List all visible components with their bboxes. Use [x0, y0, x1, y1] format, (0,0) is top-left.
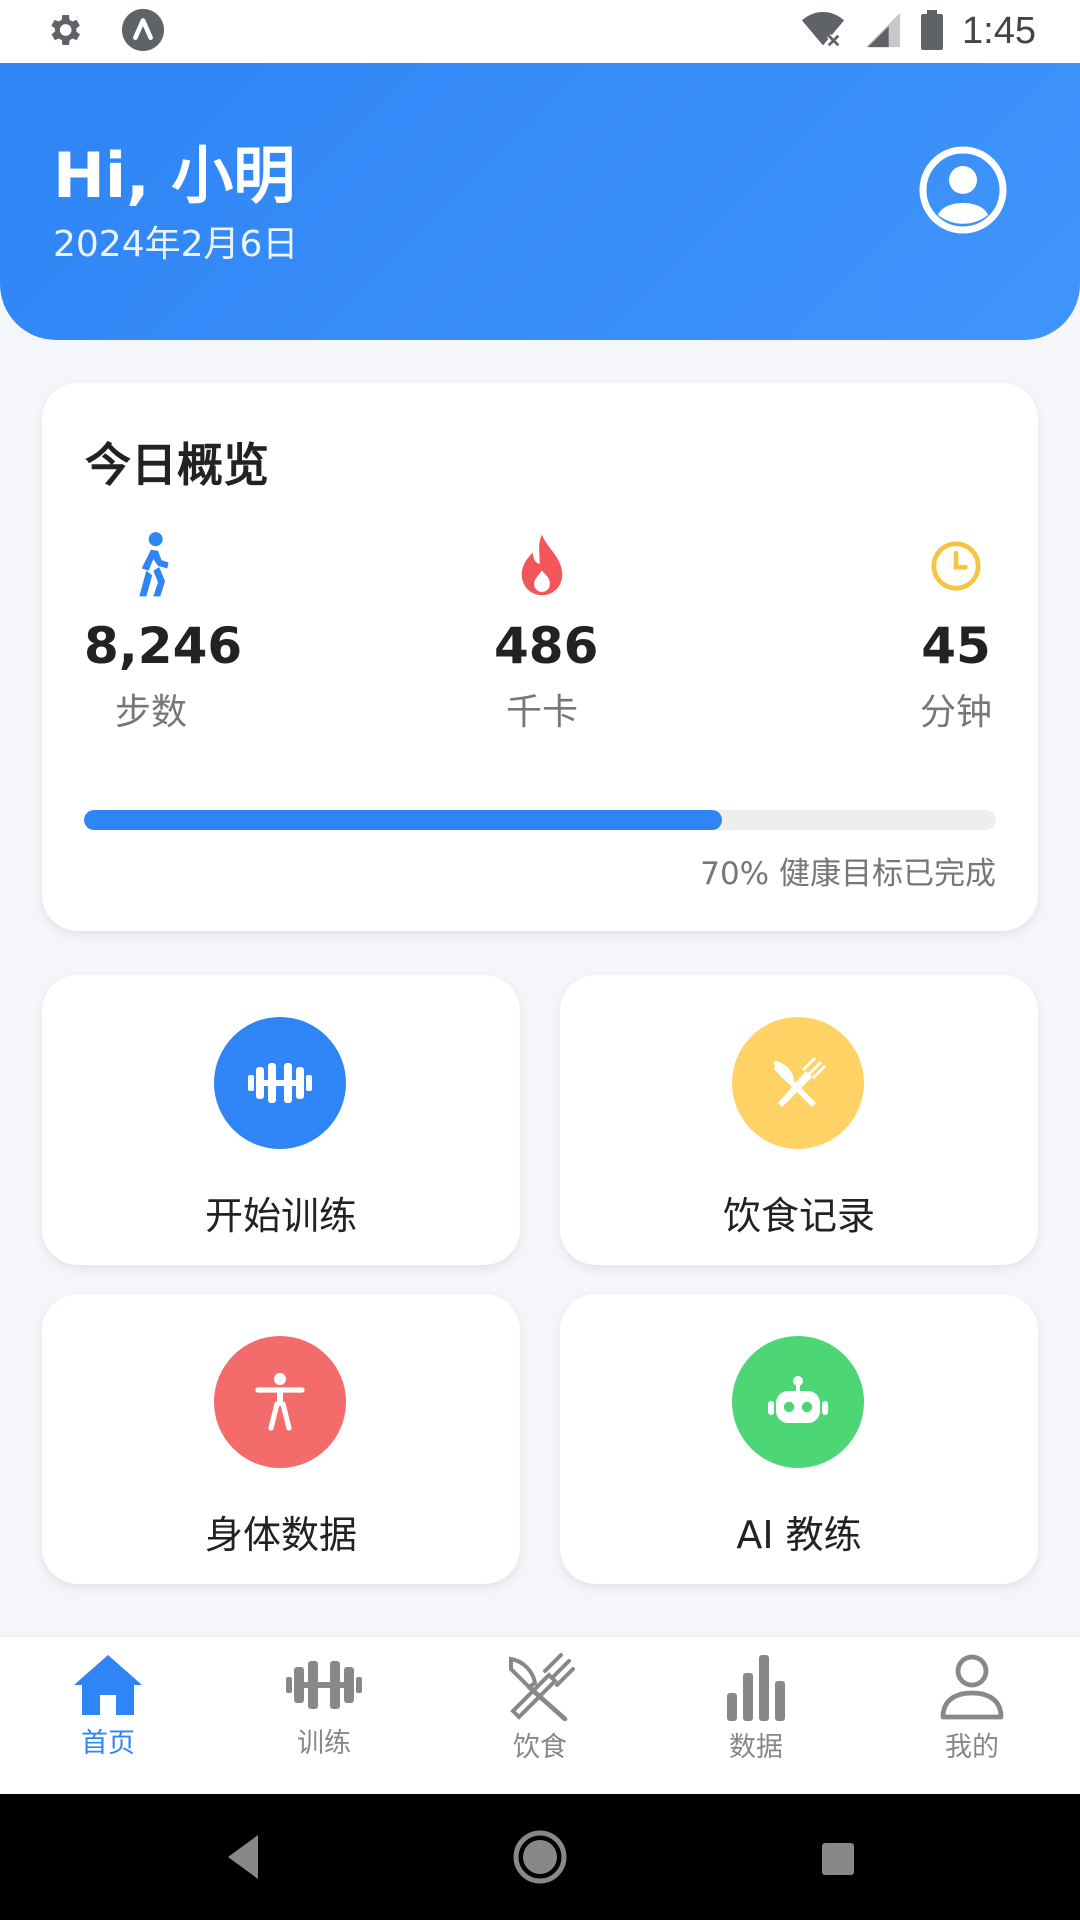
status-time: 1:45	[962, 10, 1036, 52]
clock-icon	[931, 541, 981, 591]
health-goal-progress-bar	[84, 810, 996, 830]
steps-value: 8,246	[84, 617, 243, 675]
minutes-label: 分钟	[919, 692, 992, 733]
person-icon	[940, 1654, 1004, 1720]
calories-label: 千卡	[505, 692, 578, 733]
nav-label: 首页	[81, 1728, 135, 1759]
dumbbell-icon	[286, 1661, 362, 1709]
bar-chart-icon	[727, 1655, 785, 1721]
date-text: 2024年2月6日	[53, 224, 299, 265]
ai-coach-tile[interactable]: AI 教练	[560, 1294, 1038, 1584]
progress-fill	[84, 810, 723, 830]
start-training-tile[interactable]: 开始训练	[42, 975, 520, 1265]
fork-knife-icon	[509, 1653, 575, 1721]
overview-title: 今日概览	[85, 438, 269, 492]
dumbbell-icon	[248, 1063, 312, 1103]
diet-record-tile[interactable]: 饮食记录	[560, 975, 1038, 1265]
nav-training[interactable]: 训练	[216, 1637, 432, 1794]
nav-label: 训练	[297, 1728, 351, 1759]
minutes-value: 45	[921, 617, 991, 675]
wifi-off-icon	[800, 10, 846, 54]
home-button-icon[interactable]	[513, 1827, 567, 1887]
bottom-navigation: 首页 训练 饮食 数据 我的	[0, 1637, 1080, 1794]
nav-label: 我的	[945, 1732, 999, 1763]
tile-icon-circle	[214, 1017, 346, 1149]
app-screen: 1:45 Hi, 小明 2024年2月6日 今日概览 8,246 步数 486 …	[0, 0, 1080, 1920]
cell-signal-icon	[864, 10, 902, 54]
settings-gear-icon	[44, 10, 84, 54]
tile-icon-circle	[214, 1336, 346, 1468]
stat-calories: 486 千卡	[494, 531, 599, 735]
header-banner: Hi, 小明 2024年2月6日	[0, 63, 1080, 340]
tile-label: 身体数据	[204, 1513, 357, 1557]
stat-minutes: 45 分钟	[916, 531, 996, 735]
nav-home[interactable]: 首页	[0, 1637, 216, 1794]
calories-value: 486	[494, 617, 599, 675]
tile-icon-circle	[732, 1017, 864, 1149]
status-bar: 1:45	[0, 0, 1080, 63]
tile-label: 开始训练	[204, 1194, 357, 1238]
nav-diet[interactable]: 饮食	[432, 1637, 648, 1794]
system-navigation-bar	[0, 1794, 1080, 1920]
nav-label: 饮食	[513, 1732, 567, 1763]
profile-avatar-button[interactable]	[918, 145, 1008, 235]
fork-knife-icon	[774, 1057, 826, 1107]
nav-label: 数据	[729, 1732, 783, 1763]
robot-icon	[768, 1376, 828, 1423]
flame-icon	[521, 534, 563, 596]
nav-data[interactable]: 数据	[648, 1637, 864, 1794]
body-data-tile[interactable]: 身体数据	[42, 1294, 520, 1584]
progress-text: 70% 健康目标已完成	[700, 856, 996, 892]
app-notification-icon	[120, 7, 166, 57]
recents-icon[interactable]	[820, 1827, 856, 1887]
tile-icon-circle	[732, 1336, 864, 1468]
battery-icon	[920, 9, 944, 54]
user-circle-icon	[919, 146, 1007, 234]
back-icon[interactable]	[222, 1827, 262, 1887]
greeting-text: Hi, 小明	[53, 139, 296, 212]
stat-steps: 8,246 步数	[84, 531, 243, 735]
today-overview-card: 今日概览 8,246 步数 486 千卡 45 分钟 70% 健康目标已完成	[42, 383, 1038, 931]
steps-label: 步数	[114, 692, 187, 733]
walking-icon	[139, 532, 169, 597]
tile-label: AI 教练	[736, 1513, 862, 1557]
nav-profile[interactable]: 我的	[864, 1637, 1080, 1794]
home-icon	[74, 1655, 142, 1715]
body-icon	[255, 1373, 305, 1431]
tile-label: 饮食记录	[722, 1194, 875, 1238]
